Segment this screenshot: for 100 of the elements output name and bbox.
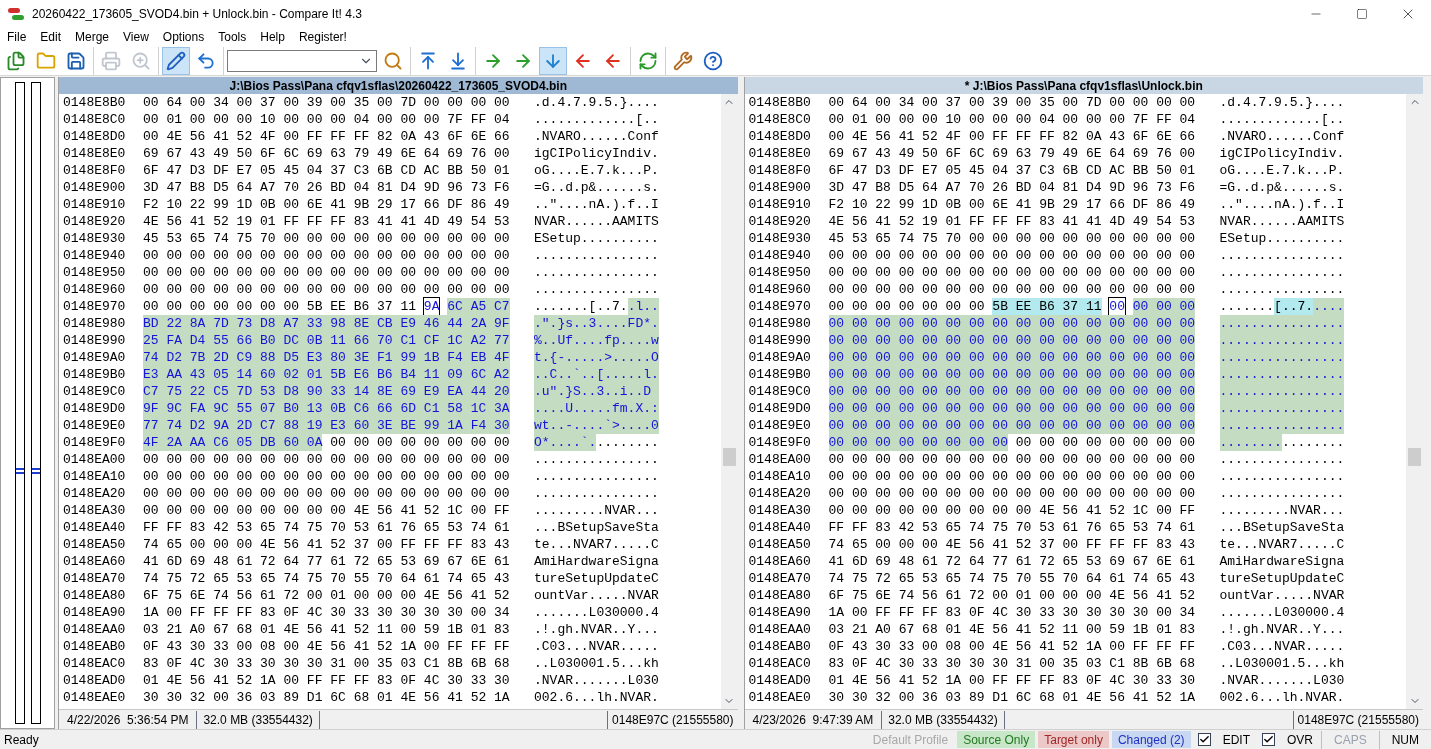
menu-item[interactable]: File: [0, 28, 34, 46]
hex-bytes: 00 00 00 00 00 00 00 00 00 00 00 00 00 00 00 00: [143, 281, 510, 298]
offset-label: 0148EAA0: [63, 621, 127, 638]
hex-bytes: 45 53 65 74 75 70 00 00 00 00 00 00 00 00 00 00: [828, 230, 1196, 247]
offset-label: 0148EA70: [63, 570, 127, 587]
hex-bytes: 6F 75 6E 74 56 61 72 00 01 00 00 00 4E 56 41 52: [828, 587, 1196, 604]
overview-strip[interactable]: [0, 77, 55, 729]
ascii-text: ................: [1219, 383, 1345, 400]
offset-label: 0148EAD0: [748, 672, 812, 689]
mode-label: OVR: [1285, 731, 1314, 749]
hex-bytes: 00 00 00 00 00 00 00 00 00 00 00 00 00 00 00 00: [143, 264, 510, 281]
ascii-text: ........: [1281, 434, 1345, 451]
vertical-scrollbar[interactable]: [720, 94, 738, 709]
ascii-text: tureSetupUpdateC: [1219, 570, 1345, 587]
ascii-text: ..L030001.5...kh: [534, 655, 659, 672]
mode-label: EDIT: [1221, 731, 1251, 749]
offset-label: 0148E910: [748, 196, 812, 213]
ascii-text: ....: [1313, 298, 1345, 315]
ascii-text: ESetup..........: [1219, 230, 1345, 247]
arrow-down-to-line-icon: [448, 50, 468, 71]
hex-bytes: 00 00 00 00 00 00 00 00 00 00 00 00 00 00 00 00: [828, 468, 1196, 485]
menu-item[interactable]: Register!: [291, 28, 354, 46]
ascii-text: .........NVAR...: [1219, 502, 1345, 519]
pane-title-bar: * J:\Bios Pass\Pana cfqv1sflas\Unlock.bin: [744, 77, 1423, 94]
offset-label: 0148E970: [63, 298, 127, 315]
ascii-text: .."....nA.).f..I: [1219, 196, 1345, 213]
ascii-text: AmiHardwareSigna: [534, 553, 659, 570]
ascii-text: igCIPolicyIndiv.: [1219, 145, 1345, 162]
ascii-text: ................: [1219, 417, 1345, 434]
ascii-text: ..L030001.5...kh: [1219, 655, 1345, 672]
offset-label: 0148EA20: [748, 485, 812, 502]
hex-bytes: 5B EE B6 37 11: [992, 298, 1102, 315]
offset-label: 0148E910: [63, 196, 127, 213]
ascii-text: ................: [1219, 349, 1345, 366]
ascii-text: %..Uf....fp....w: [534, 332, 659, 349]
offset-label: 0148E950: [63, 264, 127, 281]
menu-item[interactable]: Merge: [68, 28, 117, 46]
scrollbar-thumb[interactable]: [722, 448, 736, 466]
offset-label: 0148E950: [748, 264, 812, 281]
cursor-position: 0148E97C (21555580): [1292, 710, 1423, 729]
offset-label: 0148E990: [748, 332, 812, 349]
hex-bytes: 00 00 00 00 00 00 00 00 00 00 00 00 00 00 00 00: [828, 451, 1196, 468]
hex-bytes: 3D 47 B8 D5 64 A7 70 26 BD 04 81 D4 9D 96 73 F6: [143, 179, 510, 196]
offset-label: 0148E8F0: [748, 162, 812, 179]
offset-label: 0148EAB0: [63, 638, 127, 655]
hex-bytes: 74 75 72 65 53 65 74 75 70 55 70 64 61 74 65 43: [828, 570, 1196, 587]
ascii-text: ................: [534, 264, 659, 281]
menu-item[interactable]: Options: [155, 28, 212, 46]
hex-bytes: 00 00 00 00 00 00 00 00 00 00 00 00 00 00 00 00: [828, 383, 1196, 400]
hex-bytes: FF FF 83 42 53 65 74 75 70 53 61 76 65 53 74 61: [143, 519, 510, 536]
scrollbar-thumb[interactable]: [1408, 448, 1421, 466]
ascii-text: .......: [1219, 298, 1275, 315]
file-date: 4/23/2026 9:47:39 AM: [744, 710, 883, 729]
ascii-text: =G..d.p&......s.: [534, 179, 659, 196]
menu-item[interactable]: Help: [253, 28, 292, 46]
ascii-text: ................: [1219, 400, 1345, 417]
toolbar-button[interactable]: [539, 46, 567, 75]
pane-title-bar: J:\Bios Pass\Pana cfqv1sflas\20260422_173605_SVOD4.bin: [59, 77, 738, 94]
ascii-text: wt..-....`>....0: [534, 417, 659, 434]
offset-label: 0148EAD0: [63, 672, 127, 689]
hex-bytes: 00 00 00 00 00 00 00 00 00 00 00 00 00 00 00 00: [143, 485, 510, 502]
refresh-icon: [638, 50, 658, 71]
offset-label: 0148E8B0: [748, 94, 812, 111]
checkbox[interactable]: [1261, 733, 1275, 746]
offset-label: 0148EA80: [748, 587, 812, 604]
menu-item[interactable]: Edit: [33, 28, 69, 46]
menu-item[interactable]: Tools: [211, 28, 254, 46]
hex-bytes: 9F 9C FA 9C 55 07 B0 13 0B C6 66 6D C1 58 1C 3A: [143, 400, 510, 417]
search-combo-box[interactable]: [227, 49, 377, 72]
ascii-text: .".}s..3....FD*.: [534, 315, 659, 332]
offset-label: 0148EAE0: [63, 689, 127, 706]
hex-bytes: 00 00 00 00 00 00 00 00 00 4E 56 41 52 1C 00 FF: [828, 502, 1196, 519]
offset-label: 0148E8E0: [63, 145, 127, 162]
key-indicator: NUM: [1378, 730, 1431, 749]
ascii-text: .l..: [627, 298, 659, 315]
ascii-text: ................: [1219, 264, 1345, 281]
maximize-icon: [1356, 8, 1368, 20]
hex-bytes: 00 4E 56 41 52 4F 00 FF FF FF 82 0A 43 6F 6E 66: [143, 128, 510, 145]
offset-label: 0148E960: [63, 281, 127, 298]
hex-bytes: 00 00 00 00 00 00 00 00 00 00 00 00 00 00 00 00: [828, 281, 1196, 298]
ascii-text: ................: [1219, 281, 1345, 298]
hex-bytes: 00 00 00 00 00 00 00 00 00 00 00 00 00 00 00 00: [828, 400, 1196, 417]
hex-bytes: 4F 2A AA C6 05 DB 60 0A: [143, 434, 323, 451]
offset-label: 0148E970: [748, 298, 812, 315]
hex-bytes: 00 00 00 00 00 00 00 00 00 00 00 00 00 00 00 00: [828, 332, 1196, 349]
menu-item[interactable]: View: [116, 28, 156, 46]
hex-bytes: 45 53 65 74 75 70 00 00 00 00 00 00 00 00 00 00: [143, 230, 510, 247]
hex-bytes: 00 00 00 00 00 00 00 00: [330, 434, 510, 451]
hex-bytes: 00 00 00 00 00 00 00 00 00 00 00 00 00 00 00 00: [828, 247, 1196, 264]
ascii-text: ESetup..........: [534, 230, 659, 247]
offset-label: 0148E9A0: [63, 349, 127, 366]
checkbox[interactable]: [1197, 733, 1211, 746]
toolbar-button[interactable]: [162, 46, 190, 75]
vertical-scrollbar[interactable]: [1406, 94, 1423, 709]
hex-bytes: 00 00 00 00 00 00 00 00 00 00 00 00 00 00 00 00: [828, 349, 1196, 366]
ascii-text: ........: [596, 434, 659, 451]
hex-bytes: F2 10 22 99 1D 0B 00 6E 41 9B 29 17 66 DF 86 49: [143, 196, 510, 213]
hex-bytes: 00 01 00 00 00 10 00 00 00 04 00 00 00 7F FF 04: [828, 111, 1196, 128]
hex-bytes: 4E 56 41 52 19 01 FF FF FF 83 41 41 4D 49 54 53: [828, 213, 1196, 230]
hex-bytes: 41 6D 69 48 61 72 64 77 61 72 65 53 69 67 6E 61: [143, 553, 510, 570]
